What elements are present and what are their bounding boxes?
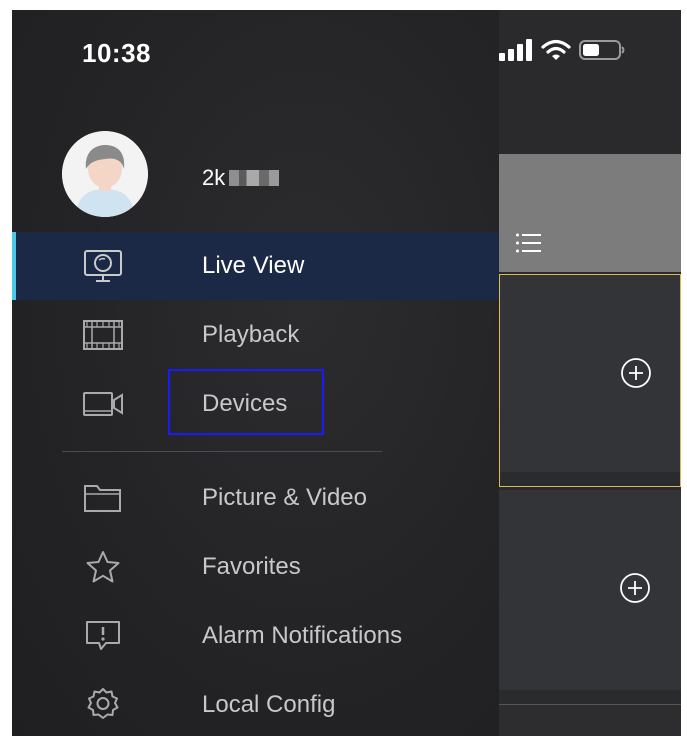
menu-label-picture-video: Picture & Video [202, 484, 367, 511]
status-bar: 10:38 [12, 10, 681, 82]
menu-item-local-config[interactable]: Local Config [12, 671, 499, 736]
menu-label-alarm-notifications: Alarm Notifications [202, 622, 403, 649]
add-channel-icon[interactable] [619, 572, 651, 604]
alarm-icon [82, 619, 124, 653]
gear-icon [82, 688, 124, 722]
battery-icon [579, 39, 625, 66]
phone-screen: 2k Live View Playback Devices Picture & … [12, 10, 681, 736]
camera-icon [82, 387, 124, 421]
add-channel-icon[interactable] [620, 357, 652, 389]
username: 2k [202, 165, 280, 191]
live-view-panel [499, 10, 681, 736]
list-icon[interactable] [515, 232, 543, 259]
folder-icon [82, 481, 124, 515]
cellular-signal-icon [499, 38, 533, 66]
side-drawer: 2k Live View Playback Devices Picture & … [12, 10, 499, 736]
menu-item-live-view[interactable]: Live View [12, 232, 499, 300]
menu-label-live-view: Live View [202, 252, 305, 279]
menu-divider [62, 451, 382, 452]
status-time: 10:38 [82, 38, 151, 68]
video-slot-3[interactable] [499, 704, 681, 736]
video-slot-1[interactable] [499, 274, 681, 487]
star-icon [82, 550, 124, 584]
monitor-icon [82, 249, 124, 283]
active-indicator [12, 232, 16, 300]
slot-base [499, 690, 681, 704]
avatar[interactable] [62, 131, 148, 217]
menu-item-alarm-notifications[interactable]: Alarm Notifications [12, 602, 499, 670]
slot-base [500, 472, 680, 486]
menu-label-playback: Playback [202, 321, 300, 348]
wifi-icon [541, 39, 571, 66]
menu-item-picture-video[interactable]: Picture & Video [12, 464, 499, 532]
menu-label-local-config: Local Config [202, 691, 336, 718]
avatar-icon [62, 131, 148, 217]
username-text: 2k [202, 165, 226, 190]
video-slot-2[interactable] [499, 490, 681, 704]
film-icon [82, 318, 124, 352]
menu-item-playback[interactable]: Playback [12, 301, 499, 369]
username-redacted [229, 170, 280, 186]
menu-item-favorites[interactable]: Favorites [12, 533, 499, 601]
devices-highlight-box [168, 369, 324, 435]
status-icons [499, 38, 625, 66]
menu-label-favorites: Favorites [202, 553, 301, 580]
